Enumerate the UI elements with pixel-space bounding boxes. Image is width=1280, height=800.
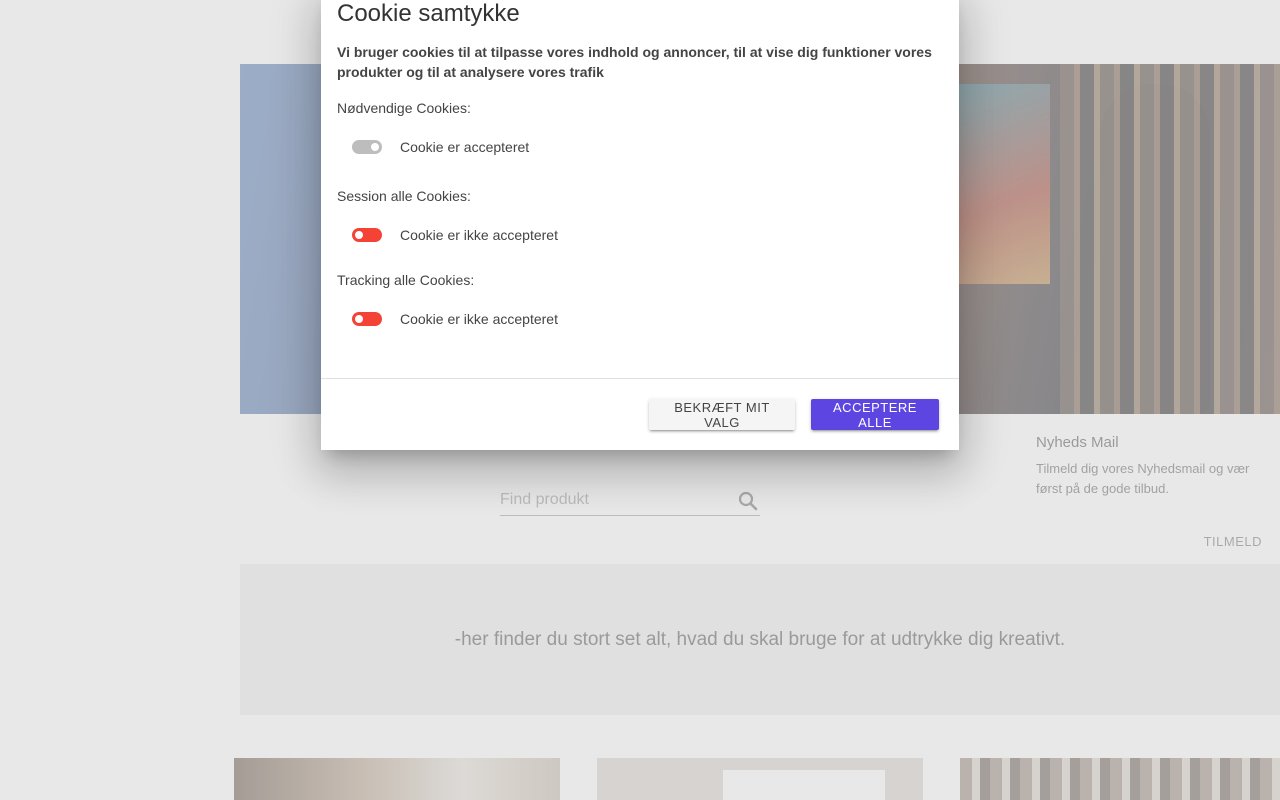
tracking-cookies-row: Cookie er ikke accepteret (352, 309, 558, 329)
session-cookies-status: Cookie er ikke accepteret (400, 227, 558, 243)
toggle-knob (355, 231, 363, 239)
accept-all-button[interactable]: ACCEPTERE ALLE (811, 399, 939, 430)
dialog-divider (321, 378, 959, 379)
necessary-cookies-status: Cookie er accepteret (400, 139, 530, 155)
session-cookies-row: Cookie er ikke accepteret (352, 225, 558, 245)
necessary-cookies-toggle (352, 140, 382, 154)
necessary-cookies-label: Nødvendige Cookies: (337, 100, 471, 116)
cookie-consent-dialog: Cookie samtykke Vi bruger cookies til at… (321, 0, 959, 450)
tracking-cookies-toggle[interactable] (352, 312, 382, 326)
session-cookies-toggle[interactable] (352, 228, 382, 242)
session-cookies-label: Session alle Cookies: (337, 188, 471, 204)
dialog-title: Cookie samtykke (337, 0, 520, 27)
toggle-knob (371, 143, 379, 151)
toggle-knob (355, 315, 363, 323)
confirm-choice-button[interactable]: BEKRÆFT MIT VALG (649, 399, 795, 430)
tracking-cookies-label: Tracking alle Cookies: (337, 272, 475, 288)
tracking-cookies-status: Cookie er ikke accepteret (400, 311, 558, 327)
dialog-intro-text: Vi bruger cookies til at tilpasse vores … (337, 44, 932, 80)
necessary-cookies-row: Cookie er accepteret (352, 137, 529, 157)
